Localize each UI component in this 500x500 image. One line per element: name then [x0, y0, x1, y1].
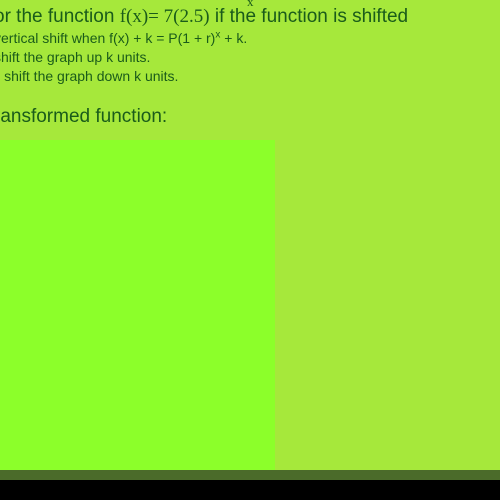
text-area: x or the function f(x)= 7(2.5) if the fu… — [0, 6, 500, 85]
bullet-line-3: ll shift the graph down k units. — [0, 67, 494, 86]
section-heading: ransformed function: — [0, 106, 167, 128]
section-heading-text: ransformed function: — [0, 106, 167, 127]
slide-background: x or the function f(x)= 7(2.5) if the fu… — [0, 0, 500, 480]
bullet-1-text-a: vertical shift when f(x) + k = P(1 + r) — [0, 30, 215, 46]
stage: x or the function f(x)= 7(2.5) if the fu… — [0, 0, 500, 500]
exponent-x: x — [247, 0, 254, 10]
bullet-2-text: shift the graph up k units. — [0, 49, 150, 65]
footer-strip — [0, 470, 500, 480]
bullet-line-1: vertical shift when f(x) + k = P(1 + r)x… — [0, 29, 494, 48]
bullet-line-2: shift the graph up k units. — [0, 48, 494, 67]
function-expression: f(x)= 7(2.5) — [120, 6, 210, 27]
title-line: x or the function f(x)= 7(2.5) if the fu… — [0, 6, 494, 29]
bullet-1-text-b: + k. — [220, 30, 247, 46]
title-fragment-c: if the function is shifted — [210, 6, 409, 27]
title-fragment-a: or the function — [0, 6, 120, 27]
bottom-bar — [0, 480, 500, 500]
highlight-box — [0, 140, 275, 470]
bullet-3-text: ll shift the graph down k units. — [0, 68, 178, 84]
